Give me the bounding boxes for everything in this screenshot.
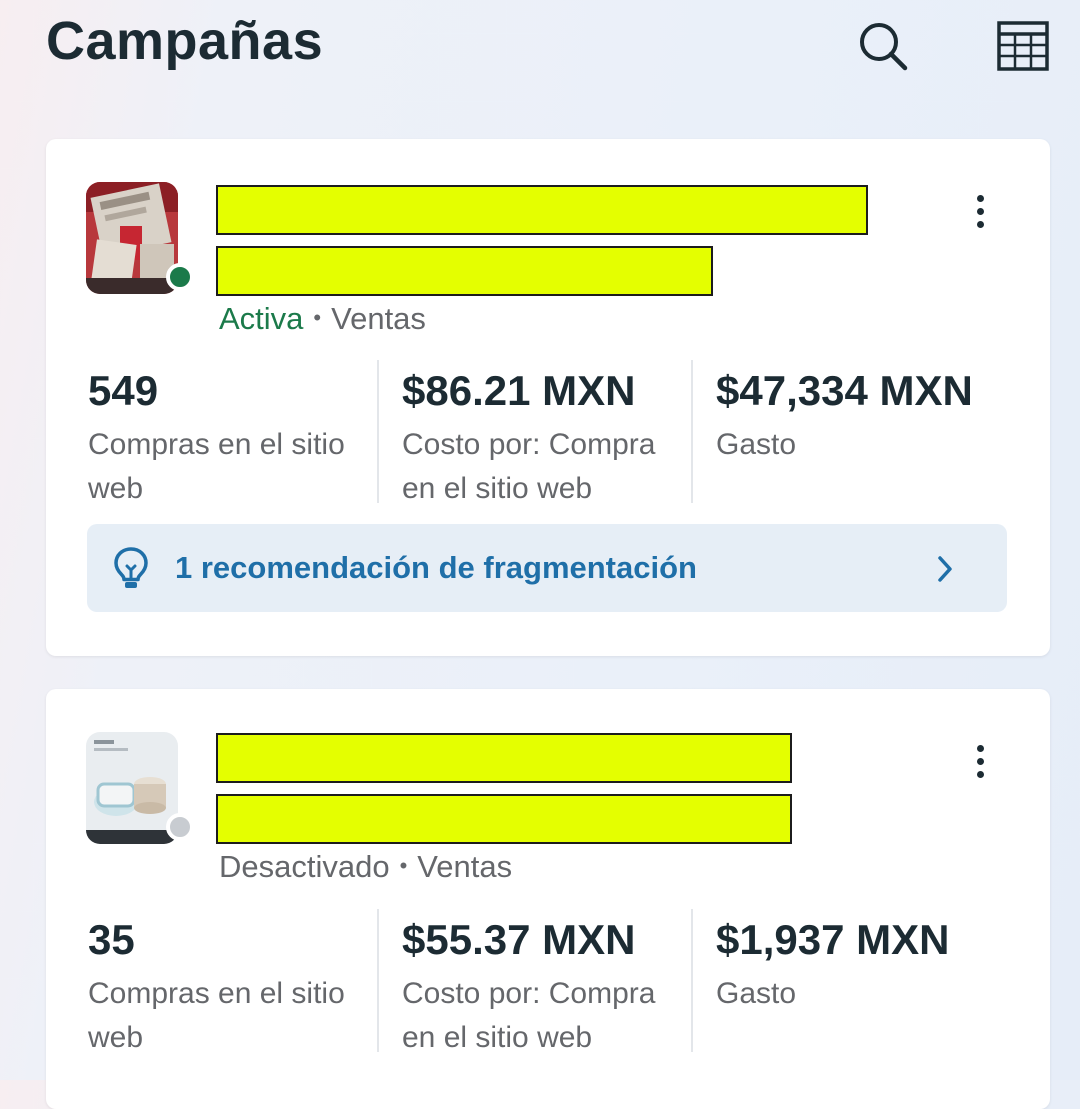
metric-value: $1,937 MXN [716, 916, 950, 963]
search-icon [860, 23, 908, 71]
campaign-status-line: Activa • Ventas [219, 301, 426, 337]
metric-label: Costo por: Compra en el sitio web [402, 428, 656, 505]
status-indicator-inactive [166, 813, 194, 841]
lightbulb-icon [114, 547, 148, 588]
recommendation-banner[interactable]: 1 recomendación de fragmentación [87, 524, 1007, 612]
metric-value: $86.21 MXN [402, 367, 636, 414]
campaign-objective: Ventas [417, 849, 513, 884]
metric-value: 549 [88, 367, 159, 414]
metric-label: Costo por: Compra en el sitio web [402, 977, 656, 1054]
more-vertical-icon [976, 744, 984, 752]
chevron-right-icon [938, 556, 952, 582]
campaign-card[interactable]: Activa • Ventas 549 Compras en el sitio we… [46, 139, 1050, 656]
metrics-row: 549 Compras en el sitio web $86.21 MXN C… [46, 360, 1050, 507]
more-options-button[interactable] [960, 733, 1000, 789]
separator: • [313, 305, 322, 330]
search-button[interactable] [851, 14, 915, 78]
metric-label: Compras en el sitio web [88, 977, 345, 1054]
campaign-thumbnail [86, 182, 178, 294]
divider [377, 909, 379, 1052]
campaign-status: Desactivado [219, 849, 390, 884]
metric-value: $55.37 MXN [402, 916, 636, 963]
metrics-row: 35 Compras en el sitio web $55.37 MXN Co… [46, 909, 1050, 1056]
campaign-status-line: Desactivado • Ventas [219, 849, 512, 885]
redacted-campaign-name [216, 733, 792, 783]
metric-value: 35 [88, 916, 135, 963]
metric-label: Gasto [716, 428, 797, 461]
metric-label: Compras en el sitio web [88, 428, 345, 505]
table-view-icon [997, 21, 1049, 71]
campaign-card[interactable]: Desactivado • Ventas 35 Compras en el siti… [46, 689, 1050, 1109]
campaign-objective: Ventas [331, 301, 426, 336]
app-header: Campañas [0, 0, 1080, 100]
table-view-button[interactable] [991, 14, 1055, 78]
campaign-thumbnail [86, 732, 178, 844]
redacted-campaign-name [216, 794, 792, 844]
redacted-campaign-name [216, 246, 713, 296]
metric-label: Gasto [716, 977, 797, 1010]
more-options-button[interactable] [960, 183, 1000, 239]
more-vertical-icon [976, 194, 984, 202]
page-title: Campañas [46, 11, 324, 71]
divider [691, 909, 693, 1052]
divider [377, 360, 379, 503]
metric-value: $47,334 MXN [716, 367, 973, 414]
separator: • [399, 853, 408, 878]
redacted-campaign-name [216, 185, 868, 235]
recommendation-text: 1 recomendación de fragmentación [175, 550, 697, 585]
divider [691, 360, 693, 503]
status-indicator-active [166, 263, 194, 291]
campaign-status: Activa [219, 301, 304, 336]
